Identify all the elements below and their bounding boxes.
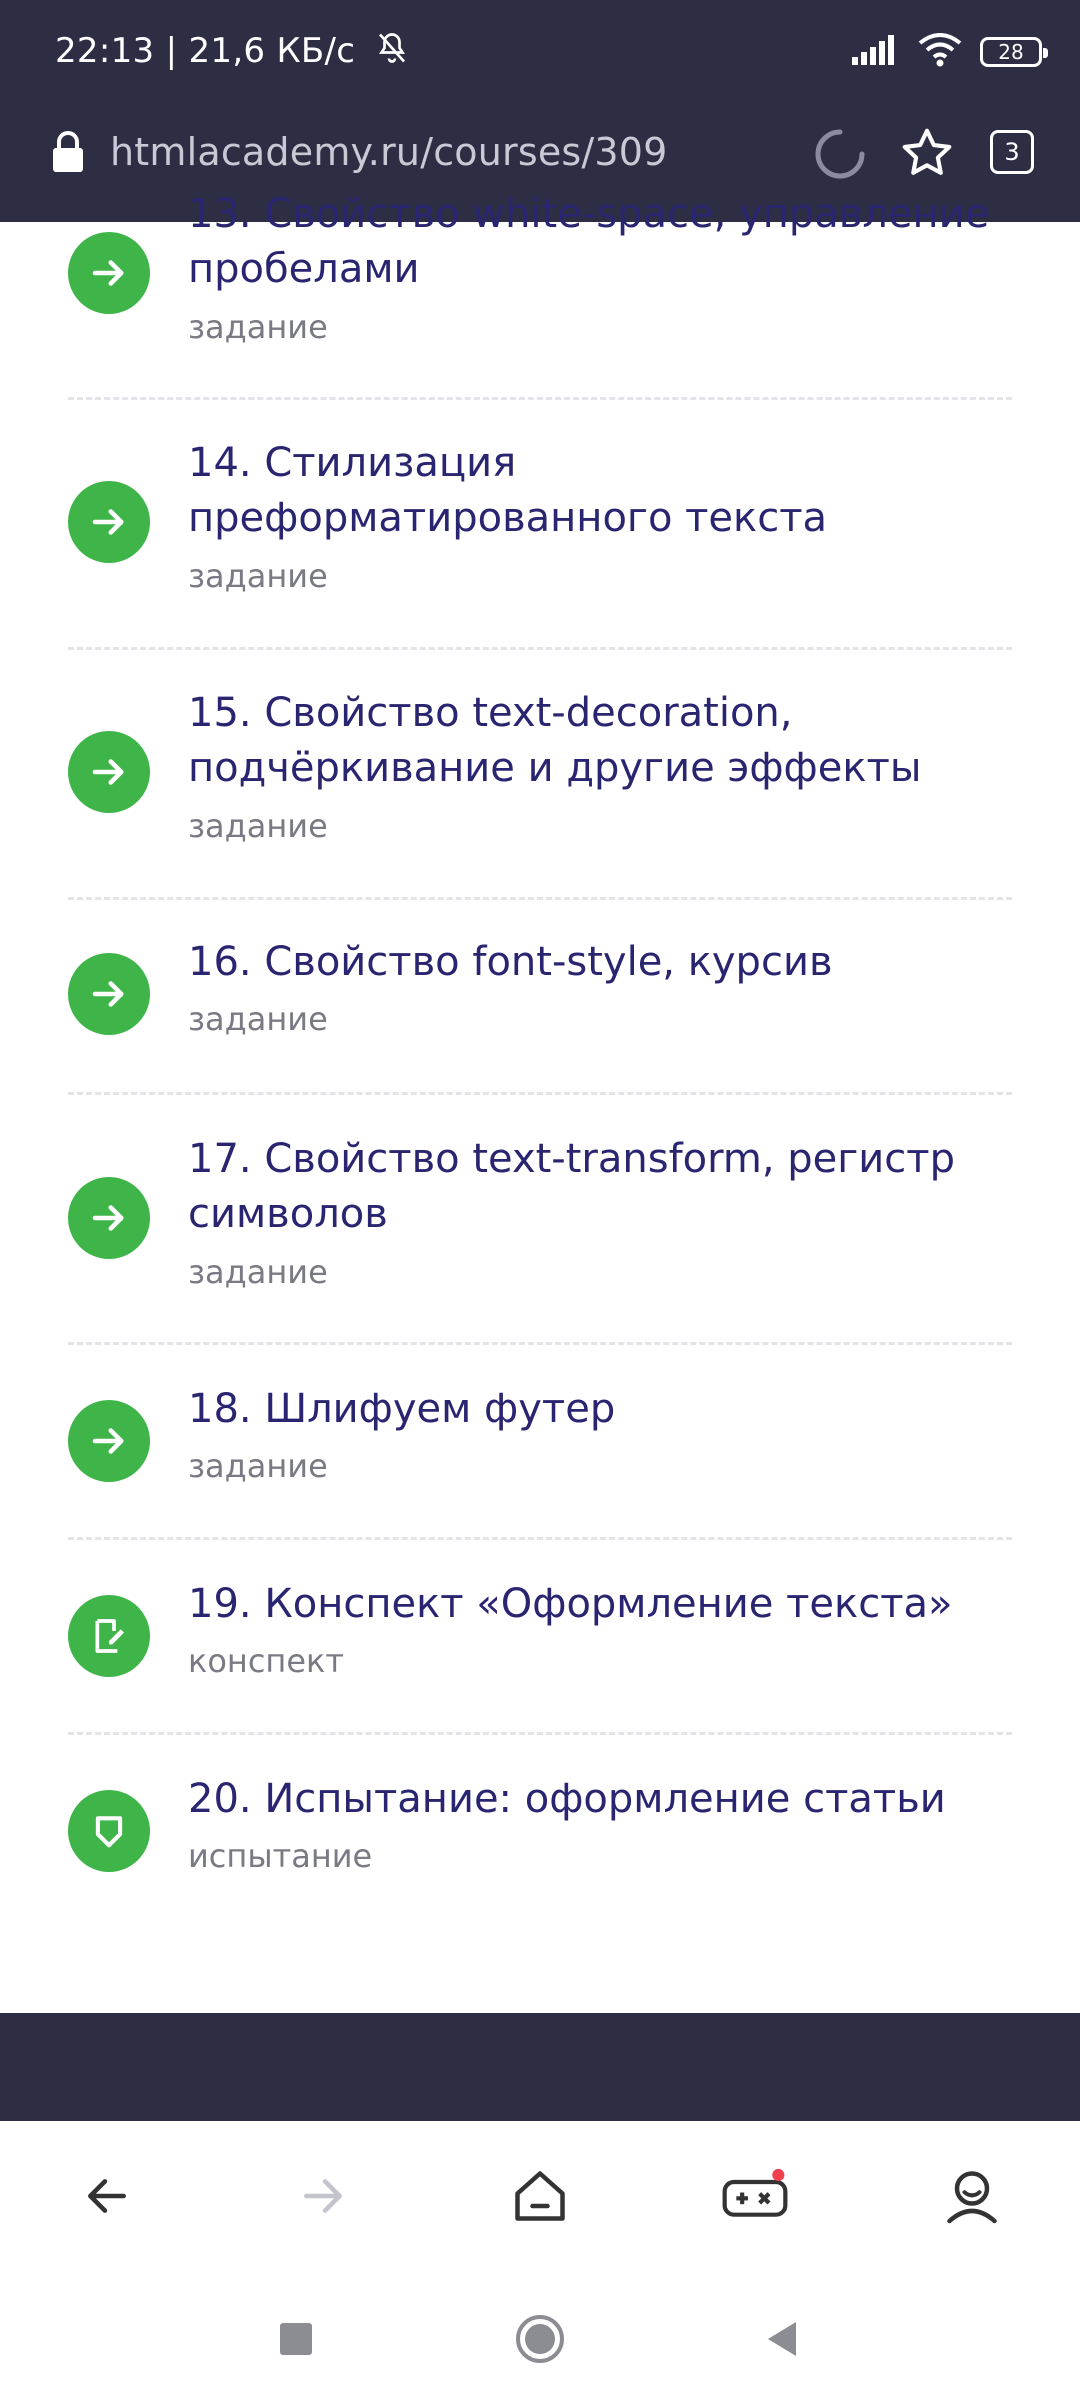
lesson-type: задание	[188, 1253, 328, 1291]
signal-icon	[852, 35, 900, 69]
profile-button[interactable]	[937, 2161, 1007, 2231]
shield-icon	[68, 1790, 150, 1872]
status-time: 22:13 | 21,6 КБ/с	[55, 30, 410, 75]
list-item[interactable]: 13. Свойство white-space, управление про…	[68, 112, 1012, 400]
home-icon	[515, 2171, 565, 2221]
triangle-back-icon	[768, 2322, 796, 2356]
lesson-title[interactable]: 14. Стилизация преформатированного текст…	[188, 436, 1008, 546]
page-footer	[0, 2013, 1080, 2121]
battery-indicator: 28	[980, 37, 1048, 67]
lesson-title[interactable]: 16. Свойство font-style, курсив	[188, 935, 1008, 990]
lesson-type: задание	[188, 1000, 328, 1038]
list-item[interactable]: 20. Испытание: оформление статьи испытан…	[68, 1732, 1012, 1927]
browser-bottom-nav	[0, 2121, 1080, 2271]
list-item[interactable]: 18. Шлифуем футер задание	[68, 1342, 1012, 1540]
recents-button[interactable]	[266, 2309, 326, 2369]
lesson-title[interactable]: 18. Шлифуем футер	[188, 1382, 1008, 1437]
arrow-right-icon	[68, 1400, 150, 1482]
system-nav-bar	[0, 2269, 1080, 2400]
square-icon	[280, 2323, 312, 2355]
forward-button[interactable]	[288, 2161, 358, 2231]
status-time-text: 22:13 | 21,6 КБ/с	[55, 31, 356, 71]
note-icon	[68, 1595, 150, 1677]
list-item[interactable]: 19. Конспект «Оформление текста» конспек…	[68, 1537, 1012, 1735]
circle-icon	[516, 2315, 564, 2363]
lesson-type: конспект	[188, 1642, 344, 1680]
back-system-button[interactable]	[752, 2309, 812, 2369]
arrow-right-icon	[68, 953, 150, 1035]
home-button[interactable]	[505, 2161, 575, 2231]
lesson-type: задание	[188, 308, 328, 346]
lesson-type: испытание	[188, 1837, 373, 1875]
arrow-right-icon	[68, 1177, 150, 1259]
list-item[interactable]: 17. Свойство text-transform, регистр сим…	[68, 1092, 1012, 1345]
lesson-title[interactable]: 13. Свойство white-space, управление про…	[188, 187, 1008, 297]
lesson-title[interactable]: 20. Испытание: оформление статьи	[188, 1772, 1008, 1827]
list-item[interactable]: 14. Стилизация преформатированного текст…	[68, 397, 1012, 650]
lesson-title[interactable]: 19. Конспект «Оформление текста»	[188, 1577, 1008, 1632]
arrow-right-icon	[68, 481, 150, 563]
bell-off-icon	[374, 30, 410, 75]
lesson-title[interactable]: 17. Свойство text-transform, регистр сим…	[188, 1132, 1008, 1242]
arrow-right-icon	[68, 731, 150, 813]
wifi-icon	[918, 33, 962, 71]
lesson-type: задание	[188, 807, 328, 845]
gamepad-icon	[722, 2168, 788, 2217]
user-icon	[947, 2171, 997, 2224]
lesson-title[interactable]: 15. Свойство text-decoration, подчёркива…	[188, 686, 1008, 796]
lesson-type: задание	[188, 1447, 328, 1485]
games-button[interactable]	[720, 2161, 790, 2231]
status-right: 28	[852, 30, 1048, 74]
list-item[interactable]: 16. Свойство font-style, курсив задание	[68, 897, 1012, 1095]
arrow-right-icon	[304, 2179, 342, 2213]
arrow-left-icon	[88, 2179, 126, 2213]
battery-level: 28	[998, 40, 1024, 64]
home-system-button[interactable]	[510, 2309, 570, 2369]
lesson-type: задание	[188, 557, 328, 595]
list-item[interactable]: 15. Свойство text-decoration, подчёркива…	[68, 647, 1012, 900]
back-button[interactable]	[72, 2161, 142, 2231]
arrow-right-icon	[68, 232, 150, 314]
